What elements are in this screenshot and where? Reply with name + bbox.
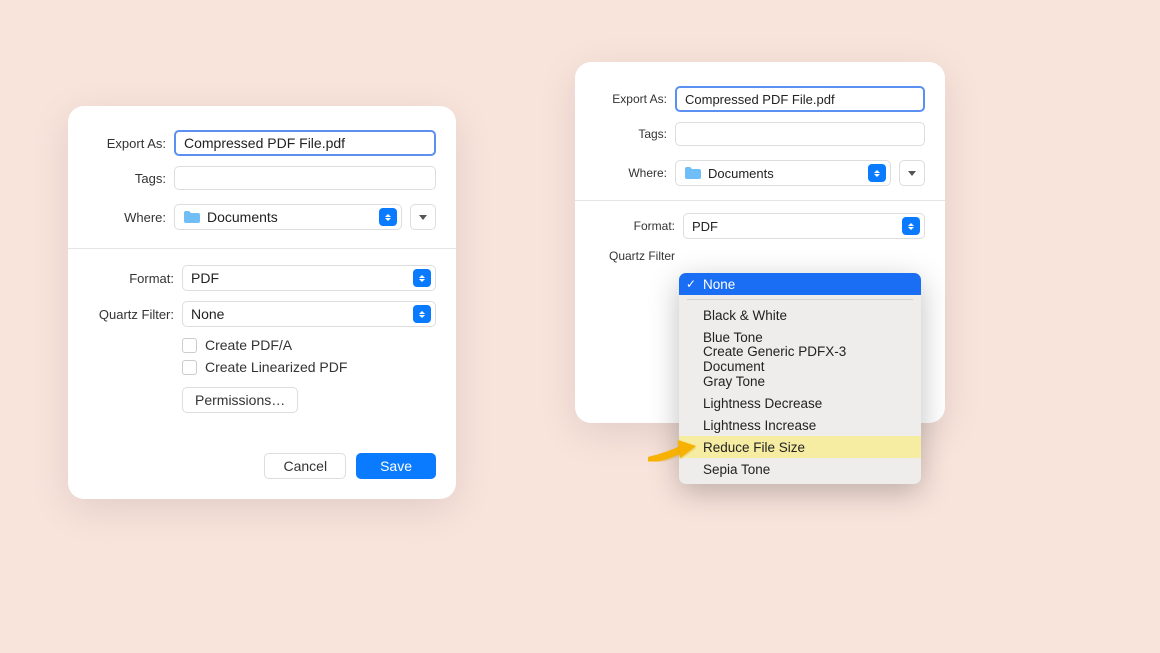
chevron-down-icon xyxy=(419,215,427,220)
dropdown-item-label: Blue Tone xyxy=(703,330,763,345)
dropdown-item-label: Gray Tone xyxy=(703,374,765,389)
where-value: Documents xyxy=(708,166,774,181)
dropdown-item-none[interactable]: None xyxy=(679,273,921,295)
permissions-button[interactable]: Permissions… xyxy=(182,387,298,413)
checkbox-icon xyxy=(182,360,197,375)
where-row: Where: Documents xyxy=(595,160,925,186)
permissions-label: Permissions… xyxy=(195,392,285,408)
quartz-filter-row: Quartz Filter: None xyxy=(88,301,436,327)
dropdown-item-lightness-decrease[interactable]: Lightness Decrease xyxy=(679,392,921,414)
quartz-filter-dropdown: None Black & White Blue Tone Create Gene… xyxy=(679,273,921,484)
save-button[interactable]: Save xyxy=(356,453,436,479)
stepper-icon xyxy=(868,164,886,182)
export-as-label: Export As: xyxy=(595,92,675,106)
format-value: PDF xyxy=(692,219,902,234)
export-dialog-left: Export As: Tags: Where: Documents Format… xyxy=(68,106,456,499)
where-label: Where: xyxy=(595,166,675,180)
export-as-row: Export As: xyxy=(595,86,925,112)
where-select[interactable]: Documents xyxy=(174,204,402,230)
dropdown-item-generic-pdfx3[interactable]: Create Generic PDFX-3 Document xyxy=(679,348,921,370)
cancel-label: Cancel xyxy=(283,458,327,474)
chevron-down-icon xyxy=(908,171,916,176)
quartz-filter-label: Quartz Filter xyxy=(595,249,683,263)
stepper-icon xyxy=(902,217,920,235)
quartz-filter-value: None xyxy=(191,306,413,322)
format-select[interactable]: PDF xyxy=(182,265,436,291)
dropdown-item-label: Black & White xyxy=(703,308,787,323)
stepper-icon xyxy=(379,208,397,226)
dropdown-divider xyxy=(687,299,913,300)
where-select[interactable]: Documents xyxy=(675,160,891,186)
dropdown-item-gray-tone[interactable]: Gray Tone xyxy=(679,370,921,392)
dropdown-item-sepia-tone[interactable]: Sepia Tone xyxy=(679,458,921,480)
filename-input[interactable] xyxy=(675,86,925,112)
tags-input[interactable] xyxy=(675,122,925,146)
tags-row: Tags: xyxy=(88,166,436,190)
dropdown-item-label: Lightness Decrease xyxy=(703,396,822,411)
dropdown-item-label: None xyxy=(703,277,735,292)
dropdown-item-lightness-increase[interactable]: Lightness Increase xyxy=(679,414,921,436)
quartz-filter-label: Quartz Filter: xyxy=(88,307,182,322)
where-value: Documents xyxy=(207,209,278,225)
format-row: Format: PDF xyxy=(88,265,436,291)
save-label: Save xyxy=(380,458,412,474)
expand-button[interactable] xyxy=(899,160,925,186)
tags-label: Tags: xyxy=(595,127,675,141)
linearized-checkbox-label: Create Linearized PDF xyxy=(205,359,347,375)
format-label: Format: xyxy=(88,271,182,286)
tags-label: Tags: xyxy=(88,171,174,186)
stepper-icon xyxy=(413,269,431,287)
dropdown-item-label: Reduce File Size xyxy=(703,440,805,455)
stepper-icon xyxy=(413,305,431,323)
folder-icon xyxy=(183,210,201,224)
dropdown-item-label: Lightness Increase xyxy=(703,418,816,433)
format-row: Format: PDF xyxy=(595,213,925,239)
quartz-filter-row: Quartz Filter xyxy=(595,249,925,263)
export-as-row: Export As: xyxy=(88,130,436,156)
divider xyxy=(68,248,456,249)
quartz-filter-select[interactable]: None xyxy=(182,301,436,327)
cancel-button[interactable]: Cancel xyxy=(264,453,346,479)
expand-button[interactable] xyxy=(410,204,436,230)
checkbox-icon xyxy=(182,338,197,353)
button-row: Cancel Save xyxy=(88,453,436,479)
tags-input[interactable] xyxy=(174,166,436,190)
format-label: Format: xyxy=(595,219,683,233)
pdfa-checkbox-row[interactable]: Create PDF/A xyxy=(182,337,436,353)
format-select[interactable]: PDF xyxy=(683,213,925,239)
linearized-checkbox-row[interactable]: Create Linearized PDF xyxy=(182,359,436,375)
where-label: Where: xyxy=(88,210,174,225)
format-value: PDF xyxy=(191,270,413,286)
export-as-label: Export As: xyxy=(88,136,174,151)
dropdown-item-black-white[interactable]: Black & White xyxy=(679,304,921,326)
where-row: Where: Documents xyxy=(88,204,436,230)
dropdown-item-label: Sepia Tone xyxy=(703,462,770,477)
dropdown-item-reduce-file-size[interactable]: Reduce File Size xyxy=(679,436,921,458)
divider xyxy=(575,200,945,201)
tags-row: Tags: xyxy=(595,122,925,146)
filename-input[interactable] xyxy=(174,130,436,156)
folder-icon xyxy=(684,166,702,180)
pdfa-checkbox-label: Create PDF/A xyxy=(205,337,292,353)
